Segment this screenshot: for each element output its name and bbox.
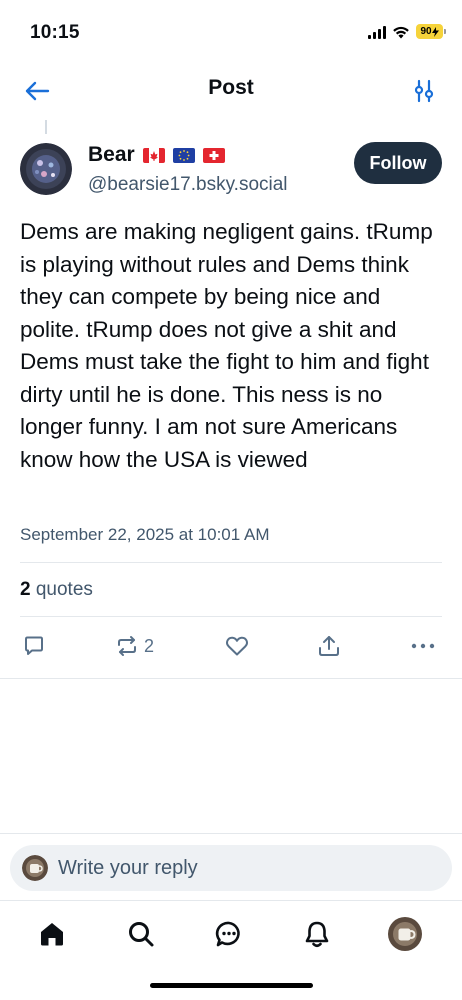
thread-settings-button[interactable] — [406, 72, 442, 110]
divider — [0, 900, 462, 901]
follow-button[interactable]: Follow — [354, 142, 442, 184]
author-name: Bear — [88, 143, 135, 166]
quotes-count: 2 — [20, 579, 31, 600]
divider — [20, 562, 442, 563]
nav-notifications[interactable] — [297, 914, 337, 954]
more-dots-icon — [411, 643, 435, 649]
post-actions: 2 — [0, 628, 462, 668]
post-timestamp: September 22, 2025 at 10:01 AM — [20, 525, 270, 544]
bottom-nav — [0, 904, 462, 964]
home-indicator — [150, 983, 313, 988]
search-icon — [129, 922, 154, 947]
profile-avatar — [388, 917, 422, 951]
share-button[interactable] — [316, 634, 342, 658]
header: Post — [0, 62, 462, 120]
page-title: Post — [208, 76, 254, 99]
status-icons: 90 — [368, 24, 446, 39]
author-handle[interactable]: @bearsie17.bsky.social — [88, 174, 288, 196]
sliders-icon — [414, 79, 434, 103]
more-options-button[interactable] — [410, 634, 436, 658]
repost-icon — [118, 636, 136, 656]
reply-icon — [25, 636, 43, 655]
signal-icon — [368, 25, 386, 39]
like-button[interactable] — [224, 634, 250, 658]
status-bar: 10:15 90 — [0, 0, 462, 62]
flag-eu-icon — [172, 147, 195, 163]
post-text: Dems are making negligent gains. tRump i… — [20, 219, 433, 472]
reply-button[interactable] — [22, 634, 46, 658]
user-avatar — [22, 855, 48, 881]
bell-icon — [305, 921, 329, 948]
nav-chat[interactable] — [209, 914, 249, 954]
author-name-row[interactable]: Bear — [88, 143, 225, 167]
repost-count: 2 — [144, 635, 155, 656]
divider — [0, 833, 462, 834]
home-icon — [41, 923, 63, 946]
quotes-label: quotes — [35, 579, 93, 600]
repost-button[interactable]: 2 — [114, 634, 154, 658]
thread-line — [45, 120, 47, 134]
battery-icon: 90 — [416, 24, 446, 39]
nav-home[interactable] — [32, 914, 72, 954]
flag-canada-icon — [142, 147, 165, 163]
nav-search[interactable] — [121, 914, 161, 954]
quotes-link[interactable]: 2 quotes — [20, 579, 93, 601]
status-time: 10:15 — [30, 22, 80, 43]
divider — [20, 616, 442, 617]
reply-composer[interactable]: Write your reply — [10, 845, 452, 891]
chat-icon — [215, 921, 240, 947]
share-icon — [319, 636, 339, 656]
wifi-icon — [393, 26, 409, 38]
heart-icon — [225, 636, 249, 656]
author-avatar[interactable] — [20, 143, 72, 195]
battery-level: 90 — [420, 26, 432, 37]
divider — [0, 678, 462, 679]
reply-placeholder: Write your reply — [58, 856, 198, 879]
nav-profile[interactable] — [385, 914, 425, 954]
flag-switzerland-icon — [202, 147, 225, 163]
